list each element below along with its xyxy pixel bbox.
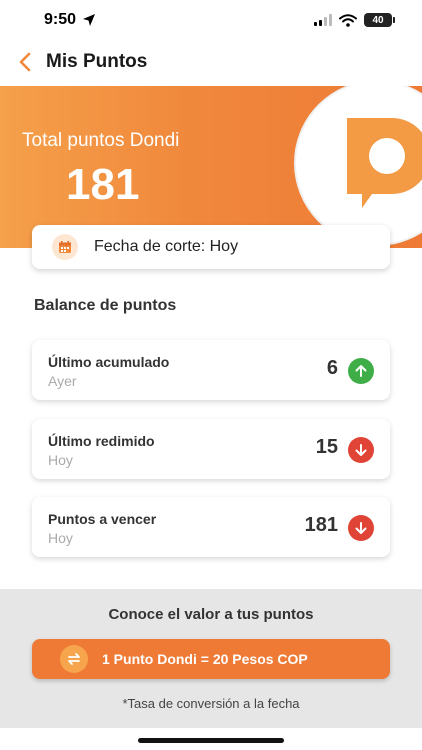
- balance-card-subtitle: Hoy: [48, 530, 73, 546]
- total-points-label: Total puntos Dondi: [22, 130, 180, 151]
- battery-level: 40: [372, 14, 384, 26]
- battery-icon: 40: [364, 13, 395, 27]
- conversion-button-label: 1 Punto Dondi = 20 Pesos COP: [102, 651, 308, 667]
- conversion-button[interactable]: 1 Punto Dondi = 20 Pesos COP: [32, 639, 390, 679]
- balance-card-value: 6: [326, 357, 338, 379]
- balance-card-title: Último redimido: [48, 433, 155, 449]
- arrow-up-icon: [348, 358, 374, 384]
- cutoff-date-card: Fecha de corte: Hoy: [32, 225, 390, 269]
- balance-card-subtitle: Ayer: [48, 373, 77, 389]
- page-title: Mis Puntos: [46, 51, 148, 72]
- brand-logo-icon: [294, 86, 422, 246]
- location-arrow-icon: [83, 14, 96, 26]
- balance-card-subtitle: Hoy: [48, 452, 73, 468]
- status-indicators: 40: [314, 13, 395, 27]
- cutoff-date-text: Fecha de corte: Hoy: [94, 238, 239, 255]
- conversion-note: *Tasa de conversión a la fecha: [122, 696, 300, 711]
- total-points-value: 181: [66, 160, 140, 209]
- signal-icon: [314, 14, 332, 26]
- balance-card-last-accumulated: Último acumulado Ayer 6: [32, 340, 390, 400]
- points-banner: Total puntos Dondi 181: [0, 86, 422, 248]
- calendar-icon: [52, 234, 78, 260]
- status-time: 9:50: [44, 11, 96, 29]
- balance-card-title: Puntos a vencer: [48, 511, 157, 527]
- balance-card-points-to-expire: Puntos a vencer Hoy 181: [32, 497, 390, 557]
- arrow-down-icon: [348, 437, 374, 463]
- conversion-title: Conoce el valor a tus puntos: [108, 606, 314, 623]
- arrow-down-icon: [348, 515, 374, 541]
- swap-icon: [60, 645, 88, 673]
- wifi-icon: [339, 13, 357, 27]
- header: Mis Puntos: [0, 44, 422, 80]
- balance-card-value: 181: [304, 514, 338, 536]
- balance-card-value: 15: [315, 436, 338, 458]
- balance-card-last-redeemed: Último redimido Hoy 15: [32, 419, 390, 479]
- home-indicator[interactable]: [138, 738, 284, 743]
- status-time-text: 9:50: [44, 11, 77, 28]
- balance-section-title: Balance de puntos: [34, 297, 177, 314]
- conversion-panel: Conoce el valor a tus puntos 1 Punto Don…: [0, 589, 422, 728]
- chevron-left-icon[interactable]: [14, 47, 36, 77]
- status-bar: 9:50 40: [0, 0, 422, 40]
- balance-card-title: Último acumulado: [48, 354, 170, 370]
